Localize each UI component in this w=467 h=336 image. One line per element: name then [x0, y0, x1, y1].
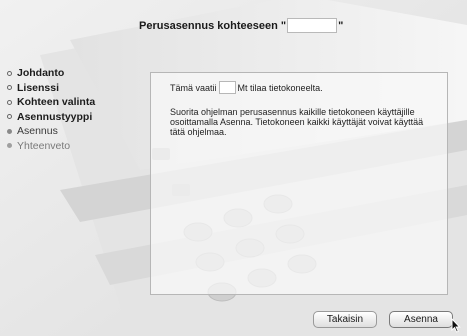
- step-dot-icon: [7, 114, 12, 120]
- step-label: Lisenssi: [17, 81, 60, 94]
- step-label: Yhteenveto: [17, 139, 71, 152]
- install-info: Tämä vaatii Mt tilaa tietokoneelta. Suor…: [170, 81, 435, 137]
- space-prefix: Tämä vaatii: [170, 82, 217, 93]
- step-dot-icon: [7, 99, 12, 105]
- space-suffix: Mt tilaa tietokoneelta.: [237, 82, 323, 93]
- step-lisenssi: Lisenssi: [7, 81, 95, 96]
- title-prefix: Perusasennus kohteeseen ": [139, 19, 287, 32]
- step-label: Asennustyyppi: [17, 110, 93, 123]
- install-description: Suorita ohjelman perusasennus kaikille t…: [170, 107, 424, 137]
- installer-steps-sidebar: Johdanto Lisenssi Kohteen valinta Asennu…: [7, 66, 95, 153]
- window-title: Perusasennus kohteeseen " ": [139, 18, 343, 33]
- step-asennus: Asennus: [7, 124, 95, 139]
- install-button[interactable]: Asenna: [389, 311, 453, 328]
- back-button[interactable]: Takaisin: [313, 311, 377, 328]
- step-label: Kohteen valinta: [17, 96, 96, 109]
- step-johdanto: Johdanto: [7, 66, 95, 81]
- step-dot-icon: [7, 70, 12, 76]
- step-dot-icon: [7, 128, 12, 134]
- space-amount-blank: [218, 81, 236, 94]
- step-kohteen-valinta: Kohteen valinta: [7, 95, 95, 110]
- step-dot-icon: [7, 143, 12, 149]
- step-yhteenveto: Yhteenveto: [7, 139, 95, 154]
- step-label: Johdanto: [17, 67, 65, 80]
- title-suffix: ": [338, 19, 344, 32]
- space-requirement: Tämä vaatii Mt tilaa tietokoneelta.: [170, 81, 435, 94]
- mouse-pointer-icon: [451, 318, 461, 333]
- step-asennustyyppi: Asennustyyppi: [7, 110, 95, 125]
- step-dot-icon: [7, 85, 12, 91]
- volume-name-blank: [287, 18, 338, 33]
- step-label: Asennus: [17, 125, 58, 138]
